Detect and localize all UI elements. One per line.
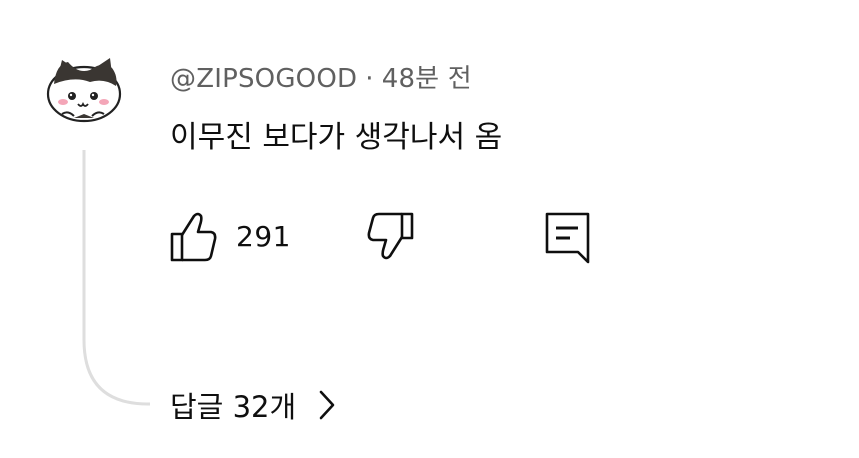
replies-label: 답글 32개 (170, 390, 297, 424)
chevron-right-icon (319, 390, 335, 420)
comment-text: 이무진 보다가 생각나서 옴 (170, 120, 503, 155)
reply-comment-icon (545, 212, 590, 264)
comment-header: @ZIPSOGOOD · 48분 전 (170, 58, 472, 95)
cat-avatar-icon (46, 58, 122, 123)
author-name[interactable]: @ZIPSOGOOD (170, 64, 357, 94)
avatar[interactable] (44, 56, 124, 126)
comment-timestamp[interactable]: 48분 전 (382, 64, 472, 94)
meta-separator: · (365, 64, 374, 94)
view-replies-button[interactable]: 답글 32개 (170, 384, 336, 426)
thumbs-down-icon (367, 212, 414, 260)
like-button[interactable]: 291 (168, 208, 291, 264)
thumbs-up-icon (170, 212, 217, 262)
dislike-button[interactable] (366, 208, 416, 264)
like-count: 291 (236, 219, 291, 253)
reply-button[interactable] (544, 208, 592, 264)
